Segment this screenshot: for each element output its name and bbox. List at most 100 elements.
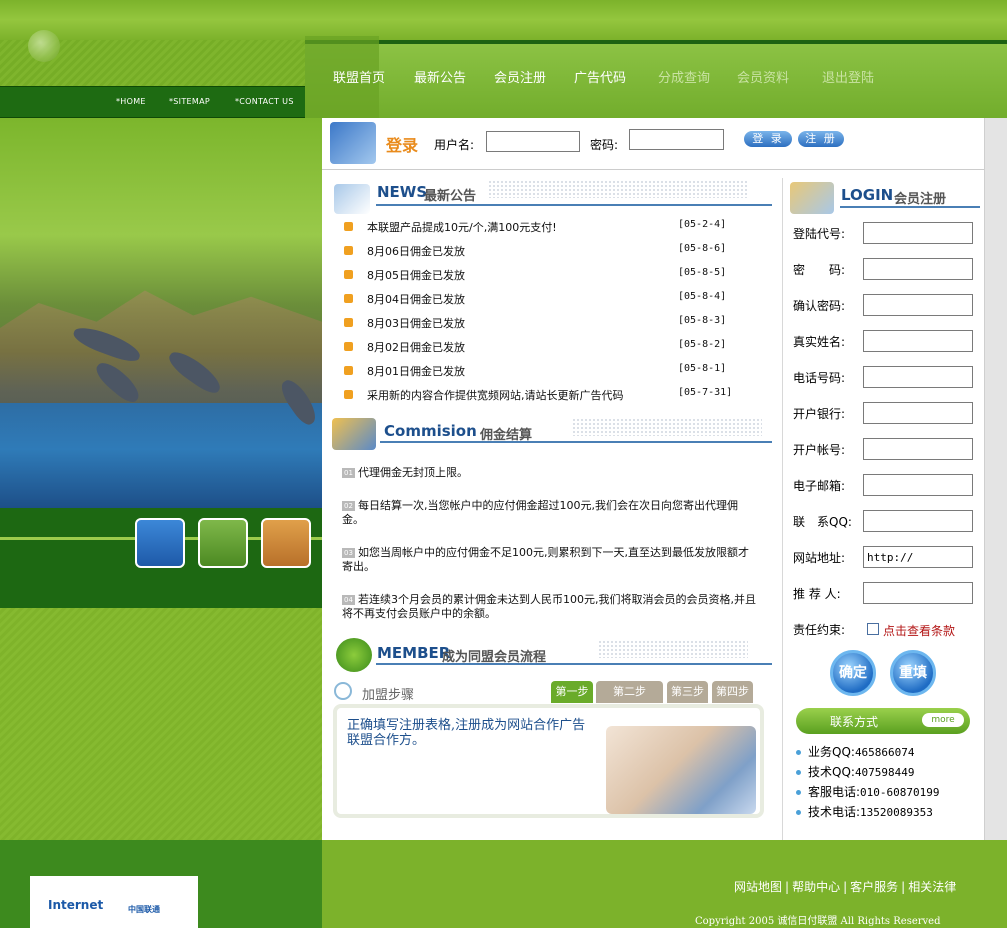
- password-label: 密 码:: [793, 263, 846, 277]
- login-id-input[interactable]: [863, 222, 973, 244]
- footer-link-sitemap[interactable]: 网站地图: [734, 880, 782, 894]
- news-item[interactable]: 采用新的内容合作提供宽频网站,请站长更新广告代码 [05-7-31]: [344, 386, 739, 406]
- bank-input[interactable]: [863, 402, 973, 424]
- news-item[interactable]: 本联盟产品提成10元/个,满100元支付! [05-2-4]: [344, 218, 739, 238]
- step-tab-3[interactable]: 第三步: [667, 681, 708, 703]
- news-item[interactable]: 8月01日佣金已发放 [05-8-1]: [344, 362, 739, 382]
- steps-label: 加盟步骤: [362, 688, 415, 703]
- news-item-date: [05-8-2]: [678, 339, 727, 350]
- main-nav: [305, 40, 1007, 118]
- commission-item-text: 每日结算一次,当您帐户中的应付佣金超过100元,我们会在次日向您寄出代理佣金。: [342, 499, 738, 526]
- nav-register[interactable]: 会员注册: [494, 67, 546, 86]
- step-tab-1[interactable]: 第一步: [551, 681, 593, 703]
- step-tab-2[interactable]: 第二步: [596, 681, 663, 703]
- item-number-badge: 04: [342, 595, 355, 605]
- contact-us-link[interactable]: *CONTACT US: [235, 97, 294, 106]
- nav-logout[interactable]: 退出登陆: [822, 67, 874, 86]
- login-button[interactable]: 登 录: [744, 131, 792, 147]
- news-item-title[interactable]: 8月06日佣金已发放: [367, 243, 465, 259]
- gear-user-icon[interactable]: [198, 518, 248, 568]
- item-number-badge: 03: [342, 548, 355, 558]
- referrer-input[interactable]: [863, 582, 973, 604]
- login-id-label: 登陆代号:: [793, 227, 846, 241]
- footer-link-help[interactable]: 帮助中心: [792, 880, 840, 894]
- news-item-title[interactable]: 采用新的内容合作提供宽频网站,请站长更新广告代码: [367, 387, 624, 403]
- website-input[interactable]: [863, 546, 973, 568]
- register-subtitle: 会员注册: [894, 192, 947, 207]
- news-item-title[interactable]: 8月03日佣金已发放: [367, 315, 465, 331]
- news-item-title[interactable]: 8月01日佣金已发放: [367, 363, 465, 379]
- bullet-icon: [344, 294, 353, 303]
- password-input[interactable]: [629, 129, 724, 150]
- megaphone-icon[interactable]: [135, 518, 185, 568]
- news-item-title[interactable]: 8月04日佣金已发放: [367, 291, 465, 307]
- china-unicom-logo[interactable]: 中国联通: [128, 904, 160, 915]
- dot-pattern: [598, 640, 748, 658]
- terms-checkbox[interactable]: [867, 623, 879, 635]
- referrer-label: 推 荐 人:: [793, 587, 841, 601]
- item-number-badge: 01: [342, 468, 355, 478]
- section-divider: [376, 204, 772, 206]
- magnifier-icon: [332, 418, 376, 450]
- id-card-icon: [790, 182, 834, 214]
- news-item[interactable]: 8月05日佣金已发放 [05-8-5]: [344, 266, 739, 286]
- nav-home[interactable]: 联盟首页: [333, 67, 385, 86]
- commission-title: Commision: [384, 422, 477, 440]
- news-item-date: [05-8-3]: [678, 315, 727, 326]
- news-item[interactable]: 8月06日佣金已发放 [05-8-6]: [344, 242, 739, 262]
- dot-pattern: [488, 180, 748, 198]
- nav-news[interactable]: 最新公告: [414, 67, 466, 86]
- news-item-title[interactable]: 8月05日佣金已发放: [367, 267, 465, 283]
- copyright: Copyright 2005 诚信日付联盟 All Rights Reserve…: [695, 916, 941, 927]
- nav-commission-query[interactable]: 分成查询: [658, 67, 710, 86]
- news-item-date: [05-8-1]: [678, 363, 727, 374]
- bank-label: 开户银行:: [793, 407, 846, 421]
- partner-logos: Internet 中国联通: [30, 876, 198, 928]
- news-title: NEWS: [377, 183, 428, 201]
- bullet-icon: [344, 246, 353, 255]
- contact-value: 010-60870199: [860, 786, 940, 799]
- news-item[interactable]: 8月03日佣金已发放 [05-8-3]: [344, 314, 739, 334]
- step-tab-4[interactable]: 第四步: [712, 681, 753, 703]
- reset-button[interactable]: 重填: [890, 650, 936, 696]
- internet-logo[interactable]: Internet: [48, 898, 103, 912]
- globe-icon: [28, 30, 60, 62]
- reg-password-input[interactable]: [863, 258, 973, 280]
- contact-item: 技术QQ:407598449: [796, 763, 915, 780]
- username-input[interactable]: [486, 131, 580, 152]
- phone-input[interactable]: [863, 366, 973, 388]
- news-item[interactable]: 8月04日佣金已发放 [05-8-4]: [344, 290, 739, 310]
- lifebuoy-icon[interactable]: [261, 518, 311, 568]
- terms-link[interactable]: 点击查看条款: [883, 622, 955, 639]
- more-button[interactable]: more: [922, 713, 964, 727]
- home-link[interactable]: *HOME: [116, 97, 146, 106]
- account-input[interactable]: [863, 438, 973, 460]
- footer-link-legal[interactable]: 相关法律: [908, 880, 956, 894]
- nav-member-profile[interactable]: 会员资料: [737, 67, 789, 86]
- contact-label: 业务QQ:: [808, 745, 855, 759]
- bullet-icon: [796, 790, 801, 795]
- qq-label: 联 系QQ:: [793, 515, 852, 529]
- news-item-date: [05-8-4]: [678, 291, 727, 302]
- real-name-label: 真实姓名:: [793, 335, 846, 349]
- news-item-date: [05-2-4]: [678, 219, 727, 230]
- sitemap-link[interactable]: *SITEMAP: [169, 97, 210, 106]
- nav-ad-code[interactable]: 广告代码: [574, 67, 626, 86]
- footer-link-service[interactable]: 客户服务: [850, 880, 898, 894]
- bullet-icon: [796, 770, 801, 775]
- news-item-title[interactable]: 本联盟产品提成10元/个,满100元支付!: [367, 219, 557, 235]
- newspaper-icon: [334, 184, 370, 214]
- qq-input[interactable]: [863, 510, 973, 532]
- bullet-icon: [344, 390, 353, 399]
- bullet-icon: [344, 318, 353, 327]
- commission-item: 03 如您当周帐户中的应付佣金不足100元,则累积到下一天,直至达到最低发放限额才…: [342, 546, 756, 574]
- confirm-button[interactable]: 确定: [830, 650, 876, 696]
- real-name-input[interactable]: [863, 330, 973, 352]
- news-item[interactable]: 8月02日佣金已发放 [05-8-2]: [344, 338, 739, 358]
- bullet-icon: [344, 342, 353, 351]
- email-input[interactable]: [863, 474, 973, 496]
- register-button[interactable]: 注 册: [798, 131, 844, 147]
- commission-item-text: 如您当周帐户中的应付佣金不足100元,则累积到下一天,直至达到最低发放限额才寄出…: [342, 546, 749, 573]
- news-item-title[interactable]: 8月02日佣金已发放: [367, 339, 465, 355]
- confirm-password-input[interactable]: [863, 294, 973, 316]
